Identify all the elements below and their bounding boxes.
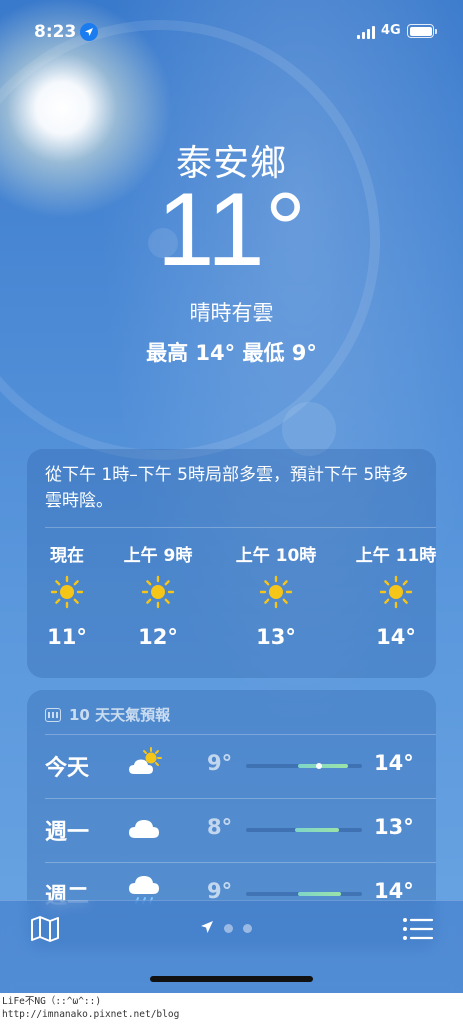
high-low-temperature: 最高 14° 最低 9°	[146, 341, 317, 365]
divider	[45, 527, 436, 528]
temperature-range-bar	[298, 892, 342, 896]
weather-screen: 8:23 4G 泰安鄉 11° 晴時有雲 最高 14° 最低 9° 從下午 1時…	[0, 0, 463, 993]
day-high: 13°	[374, 815, 414, 839]
sun-icon	[118, 567, 198, 617]
page-dot[interactable]	[243, 924, 252, 933]
list-icon[interactable]	[402, 916, 434, 942]
status-time: 8:23	[34, 22, 77, 42]
sun-icon	[235, 567, 317, 617]
hour-temperature: 14°	[376, 625, 416, 649]
calendar-icon	[45, 707, 61, 722]
lens-flare	[282, 402, 336, 456]
partly-cloudy-icon	[125, 744, 165, 784]
day-low: 9°	[207, 751, 233, 775]
day-name: 週一	[45, 820, 90, 845]
hour-label: 上午 11時	[355, 546, 437, 566]
forecast-summary: 從下午 1時–下午 5時局部多雲，預計下午 5時多雲時陰。	[45, 465, 409, 511]
sun-icon	[353, 567, 439, 617]
hour-item: 上午 10時 13°	[235, 541, 317, 649]
status-bar: 8:23 4G	[0, 18, 463, 48]
map-icon[interactable]	[30, 915, 60, 943]
day-low: 8°	[207, 815, 233, 839]
hourly-forecast-card[interactable]: 從下午 1時–下午 5時局部多雲，預計下午 5時多雲時陰。 現在 11° 上午 …	[27, 449, 436, 678]
current-condition: 晴時有雲	[189, 301, 274, 325]
current-temperature: 11°	[156, 172, 307, 288]
page-dot[interactable]	[224, 924, 233, 933]
day-name: 今天	[45, 756, 90, 781]
temperature-range-bar	[294, 828, 339, 832]
temperature-range-track	[246, 892, 362, 896]
hourly-list[interactable]: 現在 11° 上午 9時 12° 上午 10時 13° 上午 11時 14°	[27, 541, 436, 661]
hour-label: 上午 9時	[123, 546, 193, 566]
sun-icon	[27, 567, 107, 617]
ten-day-heading: 10 天天氣預報	[45, 704, 170, 725]
temperature-range-track	[246, 763, 362, 769]
hour-temperature: 13°	[256, 625, 296, 649]
watermark-line1: LiFe不NG（::^ω^::)	[2, 996, 102, 1007]
cloud-icon	[125, 808, 165, 848]
hour-temperature: 12°	[138, 625, 178, 649]
battery-full-icon	[407, 24, 437, 38]
location-arrow-icon[interactable]	[200, 919, 214, 938]
home-indicator[interactable]	[150, 976, 313, 982]
hour-item: 上午 11時 14°	[353, 541, 439, 649]
ten-day-heading-label: 10 天天氣預報	[69, 706, 171, 724]
temperature-range-track	[246, 828, 362, 832]
watermark: LiFe不NG（::^ω^::) http://imnanako.pixnet.…	[0, 993, 463, 1024]
hour-label: 上午 10時	[235, 546, 317, 566]
hour-temperature: 11°	[47, 625, 87, 649]
temperature-range-bar	[298, 764, 349, 768]
day-row-monday[interactable]: 週一 8° 13°	[27, 798, 436, 862]
location-arrow-icon	[80, 23, 98, 41]
day-row-today[interactable]: 今天 9° 14°	[27, 734, 436, 798]
day-high: 14°	[374, 751, 414, 775]
current-temperature-marker	[316, 763, 323, 769]
hour-item: 現在 11°	[27, 541, 107, 649]
network-type: 4G	[381, 23, 401, 38]
hour-label: 現在	[50, 546, 84, 566]
cellular-signal-icon	[357, 26, 375, 39]
watermark-line2: http://imnanako.pixnet.net/blog	[2, 1009, 180, 1020]
bottom-toolbar	[0, 900, 463, 993]
hour-item: 上午 9時 12°	[118, 541, 198, 649]
page-indicator[interactable]	[200, 919, 252, 938]
